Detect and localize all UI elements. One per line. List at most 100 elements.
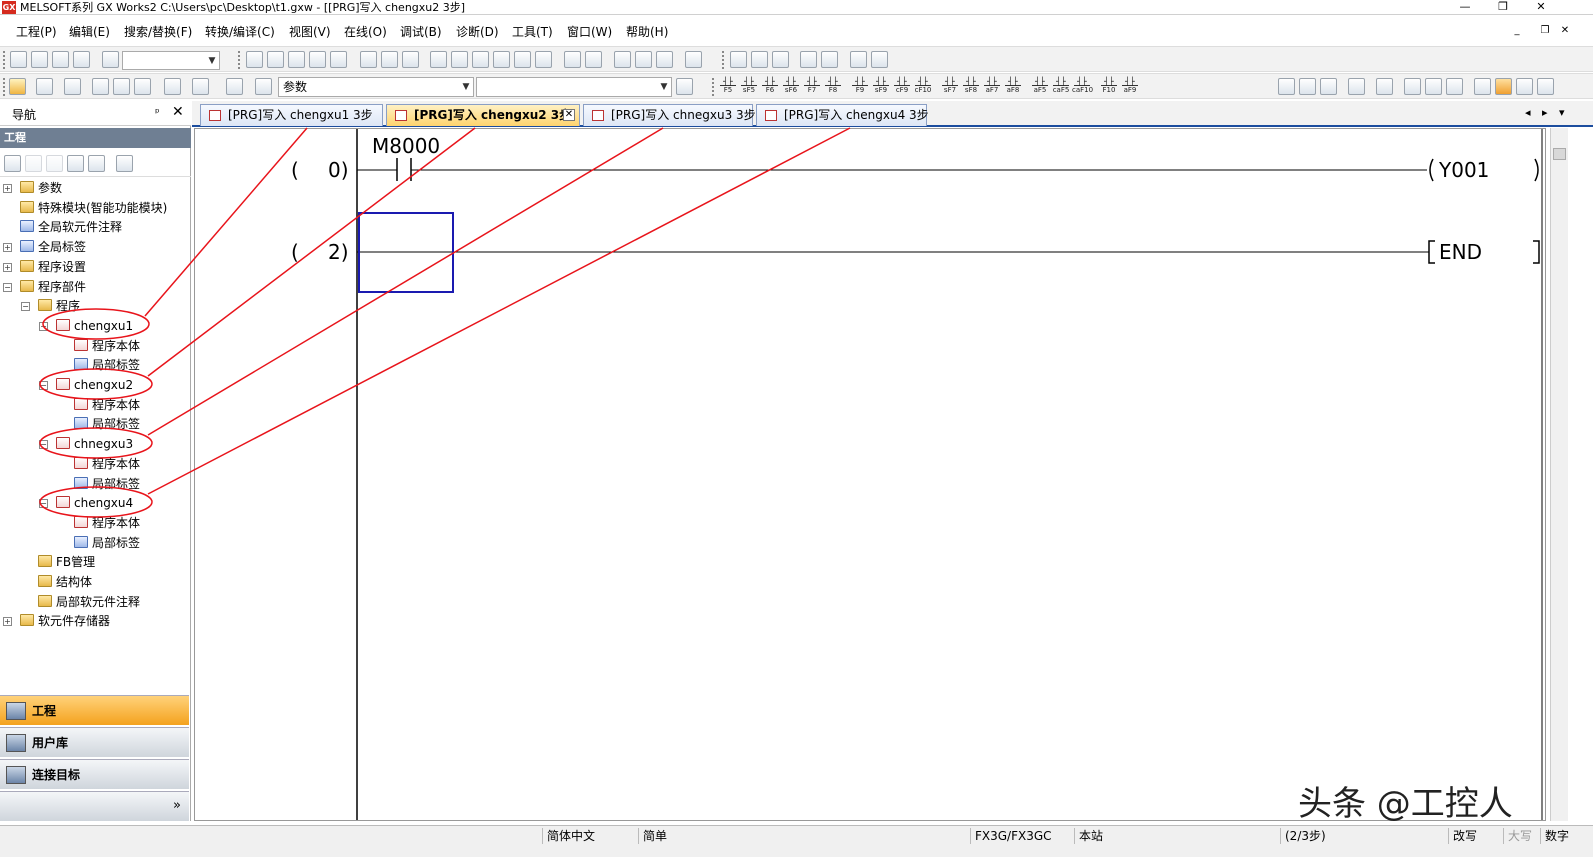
- ladder-editor[interactable]: ( 0) M8000 Y001 ( 2) END: [194, 128, 1546, 821]
- close-icon[interactable]: ✕: [172, 104, 184, 120]
- tree-item[interactable]: 程序本体: [74, 514, 140, 533]
- ladder-tool-icon[interactable]: [1474, 78, 1491, 95]
- tab-chengxu2[interactable]: [PRG]写入 chengxu2 3步 ✕: [386, 104, 580, 126]
- tree-item[interactable]: 参数: [20, 179, 62, 198]
- toolbar-grip[interactable]: [238, 51, 241, 69]
- collapse-icon[interactable]: −: [39, 381, 48, 390]
- ladder-symbol-button[interactable]: ┤├ F9: [850, 77, 870, 97]
- tree-item[interactable]: 局部标签: [74, 475, 140, 494]
- ladder-tool-icon[interactable]: [1320, 78, 1337, 95]
- tree-item[interactable]: chengxu1: [56, 317, 133, 336]
- expand-icon[interactable]: +: [3, 243, 12, 253]
- tree-item[interactable]: 程序: [38, 297, 80, 316]
- ladder-tool-icon[interactable]: [1376, 78, 1393, 95]
- monitor-icon[interactable]: [493, 51, 510, 68]
- ladder-symbol-button[interactable]: ┤├ aF8: [1003, 77, 1023, 97]
- collapse-icon[interactable]: −: [21, 302, 30, 312]
- open-icon[interactable]: [31, 51, 48, 68]
- expand-icon[interactable]: +: [3, 184, 12, 193]
- device-icon[interactable]: [92, 78, 109, 95]
- more-icon[interactable]: »: [173, 798, 181, 813]
- tree-item[interactable]: 特殊模块(智能功能模块): [20, 199, 167, 218]
- ladder-symbol-button[interactable]: ┤├ F5: [718, 77, 738, 97]
- search-combo-2[interactable]: ▼: [476, 77, 672, 97]
- menu-search[interactable]: 搜索/替换(F): [124, 24, 192, 40]
- collapse-icon[interactable]: −: [39, 440, 48, 450]
- ladder-symbol-button[interactable]: ┤├ aF9: [1120, 77, 1140, 97]
- expand-icon[interactable]: +: [3, 262, 12, 272]
- compile-all-icon[interactable]: [381, 51, 398, 68]
- chevron-down-icon[interactable]: ▼: [205, 52, 219, 70]
- scroll-thumb[interactable]: [1553, 148, 1566, 160]
- ladder-symbol-button[interactable]: ┤├ sF5: [739, 77, 759, 97]
- device-batch-icon[interactable]: [564, 51, 581, 68]
- tree-item[interactable]: 局部标签: [74, 356, 140, 375]
- tree-item[interactable]: 局部标签: [74, 534, 140, 553]
- side-tab-library[interactable]: 用户库: [0, 727, 189, 757]
- ladder-symbol-button[interactable]: ┤├ caF10: [1072, 77, 1093, 97]
- mdi-restore-button[interactable]: ❐: [1538, 24, 1552, 38]
- find-icon[interactable]: [192, 78, 209, 95]
- ladder-ops-icon[interactable]: [850, 51, 867, 68]
- ladder-tool-icon[interactable]: [1278, 78, 1295, 95]
- close-icon[interactable]: ✕: [563, 109, 575, 121]
- collapse-icon[interactable]: −: [39, 499, 48, 509]
- device-test-icon[interactable]: [585, 51, 602, 68]
- pin-icon[interactable]: ᵖ: [155, 106, 160, 119]
- search-combo[interactable]: 参数 ▼: [278, 77, 474, 97]
- sort-icon[interactable]: [116, 155, 133, 172]
- menu-convert[interactable]: 转换/编译(C): [205, 24, 275, 40]
- refresh-icon[interactable]: [88, 155, 105, 172]
- restore-button[interactable]: ❐: [1490, 0, 1516, 15]
- ladder-symbol-button[interactable]: ┤├ aF5: [1030, 77, 1050, 97]
- ladder-tool-icon[interactable]: [1404, 78, 1421, 95]
- ladder-tool-icon[interactable]: [1516, 78, 1533, 95]
- menu-tools[interactable]: 工具(T): [512, 24, 553, 40]
- ladder-ops-icon[interactable]: [871, 51, 888, 68]
- tree-item[interactable]: FB管理: [38, 553, 95, 572]
- toolbar-grip[interactable]: [722, 51, 725, 69]
- menu-debug[interactable]: 调试(B): [400, 24, 442, 40]
- display-icon[interactable]: [685, 51, 702, 68]
- rebuild-icon[interactable]: [402, 51, 419, 68]
- ladder-symbol-button[interactable]: ┤├ aF7: [982, 77, 1002, 97]
- ladder-ops-icon[interactable]: [821, 51, 838, 68]
- tree-item[interactable]: 程序设置: [20, 258, 86, 277]
- read-plc-icon[interactable]: [430, 51, 447, 68]
- menu-online[interactable]: 在线(O): [344, 24, 387, 40]
- help-icon[interactable]: [102, 51, 119, 68]
- simulation-stop-icon[interactable]: [635, 51, 652, 68]
- tree-item[interactable]: 程序本体: [74, 337, 140, 356]
- undo-icon[interactable]: [309, 51, 326, 68]
- window-icon[interactable]: [64, 78, 81, 95]
- ladder-symbol-button[interactable]: ┤├ F8: [823, 77, 843, 97]
- ladder-symbol-button[interactable]: ┤├ cF9: [892, 77, 912, 97]
- ladder-symbol-button[interactable]: ┤├ F7: [802, 77, 822, 97]
- toolbar-grip[interactable]: [712, 78, 715, 96]
- ladder-symbol-button[interactable]: ┤├ sF8: [961, 77, 981, 97]
- tree-item[interactable]: 程序部件: [20, 278, 86, 297]
- side-tab-connection[interactable]: 连接目标: [0, 759, 189, 789]
- tree-item[interactable]: 结构体: [38, 573, 92, 592]
- binoculars-icon[interactable]: [255, 78, 272, 95]
- collapse-icon[interactable]: −: [39, 321, 48, 331]
- ladder-symbol-button[interactable]: ┤├ sF9: [871, 77, 891, 97]
- new-data-icon[interactable]: [4, 155, 21, 172]
- simulation-start-icon[interactable]: [614, 51, 631, 68]
- tree-item[interactable]: 全局软元件注释: [20, 218, 122, 237]
- tab-list-icon[interactable]: ▾: [1559, 106, 1565, 119]
- print-icon[interactable]: [73, 51, 90, 68]
- toolbar-grip[interactable]: [3, 51, 6, 69]
- tab-prev-icon[interactable]: ◂: [1525, 106, 1531, 119]
- expand-icon[interactable]: +: [3, 617, 12, 627]
- ladder-tool-icon[interactable]: [1446, 78, 1463, 95]
- ladder-tool-icon[interactable]: [1348, 78, 1365, 95]
- ladder-symbol-button[interactable]: ┤├ sF7: [940, 77, 960, 97]
- collapse-icon[interactable]: −: [3, 282, 12, 292]
- tree-item[interactable]: 局部标签: [74, 415, 140, 434]
- tab-chnegxu3[interactable]: [PRG]写入 chnegxu3 3步: [583, 104, 756, 126]
- tree-item[interactable]: chnegxu3: [56, 435, 133, 454]
- vertical-scrollbar[interactable]: [1550, 128, 1568, 821]
- property-icon[interactable]: [36, 78, 53, 95]
- monitor-write-icon[interactable]: [535, 51, 552, 68]
